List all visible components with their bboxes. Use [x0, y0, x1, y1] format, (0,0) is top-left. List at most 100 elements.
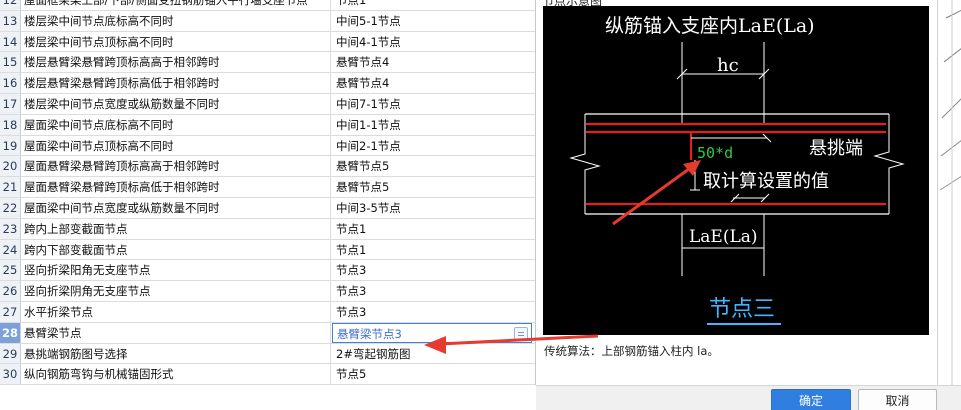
table-row[interactable]: 29 悬挑端钢筋图号选择 2#弯起钢筋图	[0, 343, 535, 365]
setting-value[interactable]: 中间3-5节点	[332, 198, 532, 218]
setting-value[interactable]: 中间5-1节点	[332, 11, 532, 31]
table-row[interactable]: 14 楼层梁中间节点顶标高不同时 中间4-1节点	[0, 31, 535, 53]
label-bottom-anchorage: LaE(La)	[689, 227, 758, 247]
label-calc-setting: 取计算设置的值	[703, 171, 829, 192]
setting-name: 屋面框架梁上部/下部/侧面受扭钢筋锚入平行墙支座节点	[21, 0, 331, 10]
panel-divider[interactable]	[535, 0, 536, 385]
setting-value-text: 悬臂节点5	[336, 180, 390, 195]
table-row[interactable]: 27 水平折梁节点 节点3	[0, 301, 535, 323]
table-row[interactable]: 26 竖向折梁阴角无支座节点 节点3	[0, 281, 535, 302]
setting-value-text: 节点1	[336, 221, 367, 236]
row-number: 26	[0, 281, 21, 301]
setting-value[interactable]: 悬臂节点5	[332, 177, 532, 197]
row-number: 24	[0, 239, 21, 260]
table-row[interactable]: 20 屋面悬臂梁悬臂跨顶标高高于相邻跨时 悬臂节点5	[0, 156, 535, 178]
setting-value-text: 悬臂节点4	[336, 76, 390, 91]
ok-button[interactable]: 确定	[771, 389, 851, 410]
setting-name: 跨内下部变截面节点	[21, 239, 331, 260]
setting-value[interactable]: 中间4-1节点	[332, 32, 532, 52]
table-row[interactable]: 19 屋面梁中间节点顶标高不同时 中间2-1节点	[0, 135, 535, 157]
setting-name: 悬挑端钢筋图号选择	[21, 343, 331, 364]
row-number: 29	[0, 343, 21, 364]
setting-value-text: 节点3	[336, 263, 367, 278]
algorithm-description: 传统算法：上部钢筋锚入柱内 la。	[544, 344, 719, 358]
setting-name: 屋面悬臂梁悬臂跨顶标高低于相邻跨时	[21, 177, 331, 197]
setting-value-dropdown[interactable]: 悬臂梁节点3	[332, 322, 532, 343]
setting-value-text: 节点1	[336, 242, 367, 257]
setting-value-text: 中间3-5节点	[336, 200, 401, 215]
table-row[interactable]: 24 跨内下部变截面节点 节点1	[0, 239, 535, 261]
table-row[interactable]: 13 楼层梁中间节点底标高不同时 中间5-1节点	[0, 10, 535, 32]
table-row[interactable]: 12 屋面框架梁上部/下部/侧面受扭钢筋锚入平行墙支座节点 节点1	[0, 0, 535, 11]
table-row[interactable]: 21 屋面悬臂梁悬臂跨顶标高低于相邻跨时 悬臂节点5	[0, 177, 535, 198]
row-number: 21	[0, 177, 21, 197]
setting-value[interactable]: 悬臂节点5	[332, 156, 532, 176]
table-row[interactable]: 15 楼层悬臂梁悬臂跨顶标高高于相邻跨时 悬臂节点4	[0, 52, 535, 74]
setting-value-text: 中间7-1节点	[336, 96, 401, 111]
setting-value[interactable]: 悬臂节点4	[332, 52, 532, 72]
row-number: 16	[0, 73, 21, 93]
node-diagram: 纵筋锚入支座内LaE(La) hc 50*d 悬挑端 取计算设置的值 LaE(L…	[543, 6, 929, 335]
setting-value-text: 节点1	[336, 0, 367, 7]
row-number: 30	[0, 364, 21, 385]
setting-value[interactable]: 节点3	[332, 281, 532, 301]
row-number: 22	[0, 197, 21, 218]
setting-name: 跨内上部变截面节点	[21, 218, 331, 239]
setting-value-text: 中间5-1节点	[336, 13, 401, 28]
setting-value[interactable]: 中间1-1节点	[332, 115, 532, 135]
setting-name: 纵向钢筋弯钩与机械锚固形式	[21, 364, 331, 385]
setting-name: 屋面梁中间节点宽度或纵筋数量不同时	[21, 197, 331, 218]
setting-value[interactable]: 节点3	[332, 260, 532, 280]
setting-value-text: 节点3	[336, 304, 367, 319]
setting-value[interactable]: 中间7-1节点	[332, 94, 532, 114]
table-row[interactable]: 18 屋面梁中间节点底标高不同时 中间1-1节点	[0, 114, 535, 136]
row-number: 17	[0, 93, 21, 114]
row-number: 25	[0, 260, 21, 281]
setting-name: 水平折梁节点	[21, 301, 331, 322]
label-node-three: 节点三	[709, 297, 775, 322]
table-row[interactable]: 17 楼层梁中间节点宽度或纵筋数量不同时 中间7-1节点	[0, 93, 535, 115]
row-number: 27	[0, 301, 21, 322]
ellipsis-button-icon[interactable]	[514, 326, 528, 340]
setting-name: 屋面梁中间节点底标高不同时	[21, 114, 331, 135]
dialog-root: 12 屋面框架梁上部/下部/侧面受扭钢筋锚入平行墙支座节点 节点1 13 楼层梁中间节点…	[0, 0, 961, 410]
setting-name: 楼层悬臂梁悬臂跨顶标高高于相邻跨时	[21, 52, 331, 73]
setting-value-text: 2#弯起钢筋图	[336, 346, 411, 361]
background-drawing-lines	[939, 0, 961, 385]
row-number: 19	[0, 135, 21, 156]
row-number: 13	[0, 10, 21, 31]
setting-value-text: 中间1-1节点	[336, 117, 401, 132]
table-row[interactable]: 23 跨内上部变截面节点 节点1	[0, 218, 535, 240]
setting-value[interactable]: 悬臂节点4	[332, 73, 532, 93]
setting-name: 楼层梁中间节点底标高不同时	[21, 10, 331, 31]
row-number: 15	[0, 52, 21, 73]
setting-value[interactable]: 节点1	[332, 219, 532, 239]
table-row[interactable]: 16 楼层悬臂梁悬臂跨顶标高低于相邻跨时 悬臂节点4	[0, 73, 535, 94]
setting-value[interactable]: 节点1	[332, 0, 532, 10]
cancel-button[interactable]: 取消	[858, 389, 937, 410]
setting-value[interactable]: 节点3	[332, 302, 532, 322]
setting-value[interactable]: 节点1	[332, 240, 532, 260]
setting-name: 屋面梁中间节点顶标高不同时	[21, 135, 331, 156]
setting-value[interactable]: 节点5	[332, 364, 532, 384]
setting-value-text: 中间4-1节点	[336, 34, 401, 49]
label-cantilever-end: 悬挑端	[809, 138, 863, 159]
table-row[interactable]: 22 屋面梁中间节点宽度或纵筋数量不同时 中间3-5节点	[0, 197, 535, 219]
table-row[interactable]: 28 悬臂梁节点 悬臂梁节点3	[0, 322, 535, 344]
setting-value-text: 节点5	[336, 367, 367, 382]
label-hc: hc	[717, 55, 739, 76]
setting-name: 竖向折梁阴角无支座节点	[21, 281, 331, 301]
setting-name: 楼层梁中间节点顶标高不同时	[21, 31, 331, 52]
table-row[interactable]: 25 竖向折梁阳角无支座节点 节点3	[0, 260, 535, 282]
row-number: 20	[0, 156, 21, 177]
table-row[interactable]: 30 纵向钢筋弯钩与机械锚固形式 节点5	[0, 364, 535, 386]
row-number: 28	[0, 322, 21, 343]
row-number: 18	[0, 114, 21, 135]
setting-value-text: 悬臂梁节点3	[337, 326, 402, 341]
setting-name: 楼层梁中间节点宽度或纵筋数量不同时	[21, 93, 331, 114]
setting-value-text: 中间2-1节点	[336, 138, 401, 153]
setting-value[interactable]: 2#弯起钢筋图	[332, 344, 532, 364]
setting-value[interactable]: 中间2-1节点	[332, 136, 532, 156]
settings-table: 12 屋面框架梁上部/下部/侧面受扭钢筋锚入平行墙支座节点 节点1 13 楼层梁中间节点…	[0, 0, 535, 386]
setting-name: 屋面悬臂梁悬臂跨顶标高高于相邻跨时	[21, 156, 331, 177]
